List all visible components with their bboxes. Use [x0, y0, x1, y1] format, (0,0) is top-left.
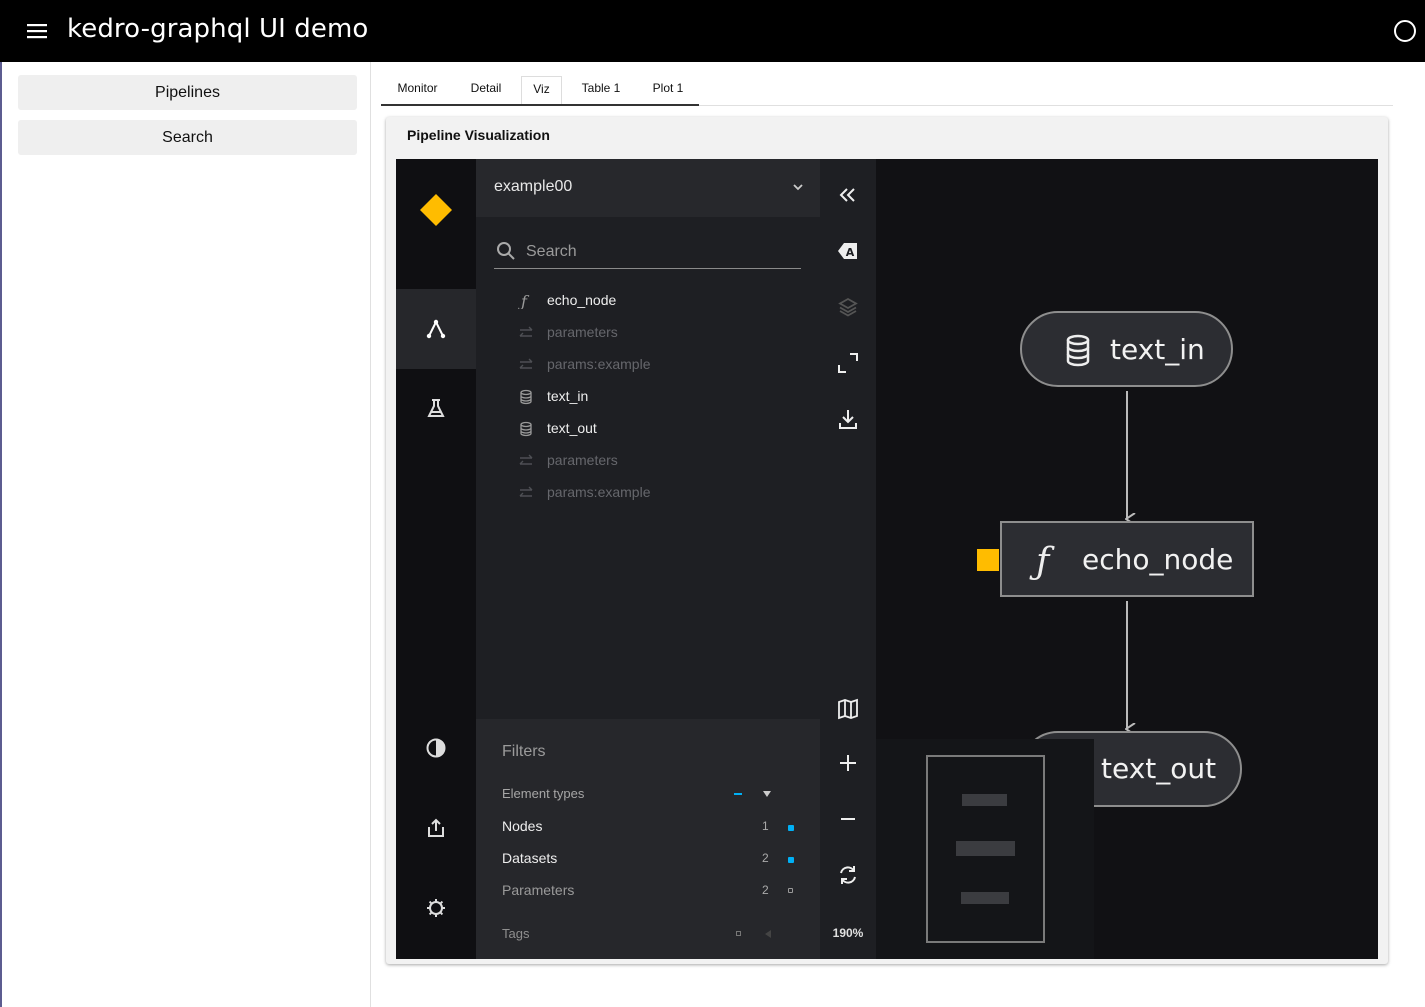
parameters-icon: [519, 358, 533, 369]
minimap-node: [961, 892, 1009, 904]
chevron-down-icon: [793, 184, 803, 191]
app-title: kedro-graphql UI demo: [67, 14, 369, 44]
dataset-icon: [520, 421, 532, 437]
node-list-label: parameters: [547, 452, 618, 468]
selected-marker: [977, 549, 999, 571]
settings-gear-icon[interactable]: [424, 896, 448, 920]
kedro-logo-icon: [420, 194, 452, 226]
filter-row-parameters[interactable]: Parameters 2: [502, 879, 802, 903]
theme-contrast-icon[interactable]: [424, 736, 448, 760]
partial-select-icon: [734, 793, 742, 795]
filter-row-nodes[interactable]: Nodes 1: [502, 815, 802, 839]
filter-label: Nodes: [502, 818, 543, 834]
search-button[interactable]: Search: [18, 120, 357, 155]
node-list-label: params:example: [547, 484, 651, 500]
filters-title: Filters: [502, 743, 546, 760]
parameters-icon: [519, 454, 533, 465]
flowchart-icon[interactable]: [424, 317, 448, 341]
minimap-node: [956, 841, 1015, 856]
tab-divider: [699, 105, 1393, 106]
export-icon[interactable]: [424, 816, 448, 840]
tags-filter-row[interactable]: Tags: [502, 923, 802, 947]
connection-status-icon: [1394, 20, 1416, 42]
minimap-icon[interactable]: [836, 697, 860, 721]
tags-label: Tags: [502, 926, 530, 941]
tab-plot-1[interactable]: Plot 1: [638, 76, 698, 105]
experiment-flask-icon[interactable]: [424, 396, 448, 420]
graph-node-echo-node[interactable]: ƒ echo_node: [977, 521, 1254, 597]
card-title: Pipeline Visualization: [407, 127, 550, 143]
element-types-header[interactable]: Element types: [502, 783, 802, 807]
expand-icon[interactable]: [836, 351, 860, 375]
dataset-icon: [520, 389, 532, 405]
node-list-item-params-example[interactable]: params:example: [516, 349, 806, 381]
zoom-in-icon[interactable]: [836, 751, 860, 775]
node-list-item-params-example[interactable]: params:example: [516, 477, 806, 509]
node-list-item-parameters[interactable]: parameters: [516, 445, 806, 477]
tab-monitor[interactable]: Monitor: [381, 76, 454, 105]
parameters-icon: [519, 326, 533, 337]
zoom-level: 190%: [832, 926, 864, 940]
graph-node-label: text_in: [1110, 333, 1205, 366]
hamburger-menu-icon[interactable]: [24, 18, 50, 44]
element-types-label: Element types: [502, 786, 585, 801]
filter-label: Parameters: [502, 882, 575, 898]
search-icon: [497, 242, 515, 260]
search-input[interactable]: [526, 239, 786, 265]
graph-node-text-in[interactable]: text_in: [1020, 311, 1233, 387]
node-list-label: parameters: [547, 324, 618, 340]
node-search: [494, 237, 801, 269]
sidebar: Pipelines Search: [0, 62, 371, 1007]
expand-triangle-icon: [765, 930, 771, 938]
left-rail: [396, 159, 476, 959]
tab-detail[interactable]: Detail: [454, 76, 518, 105]
tab-viz[interactable]: Viz: [521, 76, 562, 105]
download-icon[interactable]: [836, 407, 860, 431]
graph-node-label: text_out: [1101, 752, 1216, 785]
node-list-item-echo-node[interactable]: ƒ echo_node: [516, 285, 806, 317]
node-list-item-text-out[interactable]: text_out: [516, 413, 806, 445]
node-list-item-text-in[interactable]: text_in: [516, 381, 806, 413]
node-list-label: echo_node: [547, 292, 617, 308]
pipeline-panel: example00 ƒ echo_node parameters params:exa…: [476, 159, 820, 959]
viz-toolbar: A 190%: [820, 159, 876, 959]
pipeline-select-value: example00: [494, 178, 573, 195]
node-list-label: params:example: [547, 356, 651, 372]
filter-count: 2: [762, 883, 769, 897]
reset-view-icon[interactable]: [836, 863, 860, 887]
disabled-checkbox-icon: [788, 888, 793, 893]
minimap-node: [962, 794, 1007, 806]
graph-node-label: echo_node: [1082, 543, 1233, 576]
enabled-checkbox-icon: [788, 825, 794, 831]
node-list-item-parameters[interactable]: parameters: [516, 317, 806, 349]
tags-checkbox-icon: [736, 931, 741, 936]
node-list-label: text_out: [547, 420, 597, 436]
app-bar: kedro-graphql UI demo: [0, 0, 1425, 62]
tab-underline: [381, 104, 699, 106]
svg-text:ƒ: ƒ: [518, 293, 530, 309]
filters-section: Filters Element types Nodes 1 Datasets 2 Par…: [476, 719, 820, 959]
label-toggle-icon[interactable]: A: [836, 239, 860, 263]
parameters-icon: [519, 486, 533, 497]
filter-count: 2: [762, 851, 769, 865]
filter-label: Datasets: [502, 850, 558, 866]
tab-table-1[interactable]: Table 1: [569, 76, 633, 105]
filter-row-datasets[interactable]: Datasets 2: [502, 847, 802, 871]
collapse-triangle-icon: [763, 791, 771, 797]
pipelines-button[interactable]: Pipelines: [18, 75, 357, 110]
enabled-checkbox-icon: [788, 857, 794, 863]
zoom-out-icon[interactable]: [836, 807, 860, 831]
kedro-viz: example00 ƒ echo_node parameters params:exa…: [396, 159, 1378, 959]
function-icon: ƒ: [518, 293, 530, 309]
node-list-label: text_in: [547, 388, 589, 404]
pipeline-select[interactable]: example00: [476, 159, 820, 217]
filter-count: 1: [762, 819, 769, 833]
layers-icon[interactable]: [836, 295, 860, 319]
collapse-double-chevron-icon[interactable]: [836, 183, 860, 207]
svg-text:A: A: [846, 246, 855, 259]
minimap[interactable]: [876, 739, 1094, 959]
